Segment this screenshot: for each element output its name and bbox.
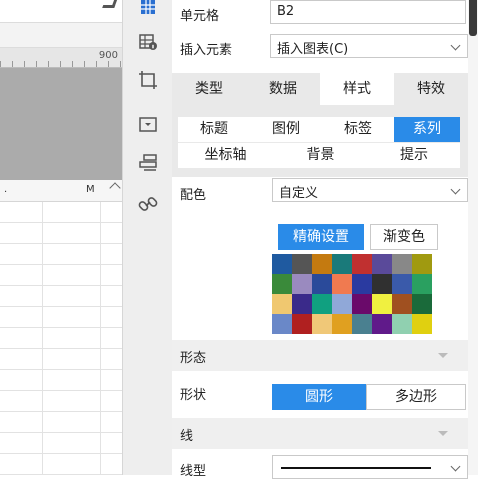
color-swatch[interactable] [332,314,352,334]
properties-panel: 单元格 B2 插入元素 插入图表(C) 类型 数据 样式 特效 标题 图例 标签… [172,0,478,479]
link-icon[interactable] [138,194,158,214]
color-swatch[interactable] [392,254,412,274]
color-palette[interactable] [272,254,432,334]
column-divider [42,202,43,475]
caret-down-icon [438,431,448,436]
color-swatch[interactable] [272,254,292,274]
insert-element-label: 插入元素 [180,43,233,58]
cell-field[interactable]: B2 [270,0,466,24]
color-swatch[interactable] [412,274,432,294]
tab-effects[interactable]: 特效 [394,73,468,105]
color-swatch[interactable] [292,274,312,294]
fill-handle-icon[interactable] [102,0,118,8]
table-info-icon[interactable] [138,32,158,52]
line-style-preview [281,467,431,469]
shape-polygon-button[interactable]: 多边形 [366,384,466,410]
line-type-label: 线型 [180,464,207,479]
subtab-tooltip[interactable]: 提示 [368,143,460,168]
column-divider [100,202,101,475]
color-scheme-label: 配色 [180,188,207,203]
color-swatch[interactable] [292,254,312,274]
color-swatch[interactable] [272,314,292,334]
subtab-background[interactable]: 背景 [273,143,368,168]
color-swatch[interactable] [372,294,392,314]
color-scheme-select[interactable]: 自定义 [272,178,468,202]
tab-type[interactable]: 类型 [172,73,246,105]
grid-icon[interactable] [138,0,158,20]
color-swatch[interactable] [272,294,292,314]
subtab-title[interactable]: 标题 [178,117,250,142]
shape-section-header[interactable]: 形态 [172,340,468,371]
ruler-ticks [0,61,122,67]
main-tabs: 类型 数据 样式 特效 [172,73,468,105]
panel-scrollbar[interactable] [468,0,478,475]
subtab-series[interactable]: 系列 [394,117,460,142]
color-scheme-value: 自定义 [279,186,319,201]
color-swatch[interactable] [352,294,372,314]
horizontal-ruler: 900 [0,48,122,68]
color-swatch[interactable] [292,314,312,334]
caret-down-icon [438,353,448,358]
color-swatch[interactable] [292,294,312,314]
subtab-axis[interactable]: 坐标轴 [178,143,273,168]
cell-grid[interactable] [0,202,122,475]
color-swatch[interactable] [372,254,392,274]
color-swatch[interactable] [372,314,392,334]
color-swatch[interactable] [312,294,332,314]
canvas-background [0,68,122,180]
color-swatch[interactable] [412,254,432,274]
chevron-down-icon [450,461,461,472]
insert-element-value: 插入图表(C) [277,42,349,57]
shape-circle-button[interactable]: 圆形 [272,384,366,410]
color-swatch[interactable] [412,294,432,314]
dropdown-widget-icon[interactable] [138,115,158,135]
column-header[interactable]: . [4,184,7,195]
gradient-button[interactable]: 渐变色 [370,224,438,250]
shape-section-title: 形态 [180,351,207,366]
scrollbar-thumb[interactable] [469,0,477,36]
subtab-legend[interactable]: 图例 [250,117,322,142]
color-swatch[interactable] [352,274,372,294]
shape-label: 形状 [180,388,207,403]
cell-label: 单元格 [180,9,220,24]
line-section-header[interactable]: 线 [172,418,468,449]
layers-icon[interactable] [138,153,158,173]
crop-frame-icon[interactable] [138,70,158,90]
tab-data[interactable]: 数据 [246,73,320,105]
canvas-top-bar [0,0,122,22]
color-swatch[interactable] [392,314,412,334]
canvas-toolbar [0,22,122,48]
color-swatch[interactable] [312,314,332,334]
spreadsheet-grid[interactable]: . M [0,180,122,475]
column-header-row: . M [0,180,122,202]
tab-style[interactable]: 样式 [320,73,394,105]
line-section-title: 线 [180,429,194,444]
color-swatch[interactable] [352,314,372,334]
color-swatch[interactable] [312,274,332,294]
color-swatch[interactable] [332,254,352,274]
ruler-mark: 900 [98,50,118,61]
cell-value: B2 [277,4,295,19]
scroll-up-arrow-icon[interactable] [109,182,121,194]
color-swatch[interactable] [332,294,352,314]
side-icon-strip [122,0,172,475]
color-swatch[interactable] [332,274,352,294]
precise-setting-button[interactable]: 精确设置 [278,224,364,250]
report-canvas-area: 900 . M [0,0,122,475]
line-type-select[interactable] [272,455,468,479]
chevron-down-icon [450,184,461,195]
color-swatch[interactable] [372,274,392,294]
color-swatch[interactable] [312,254,332,274]
column-header[interactable]: M [86,184,95,195]
color-swatch[interactable] [272,274,292,294]
style-sub-tabs: 标题 图例 标签 系列 坐标轴 背景 提示 [172,105,468,177]
color-swatch[interactable] [392,274,412,294]
chevron-down-icon [450,40,461,51]
insert-element-select[interactable]: 插入图表(C) [270,34,468,58]
color-swatch[interactable] [412,314,432,334]
color-swatch[interactable] [392,294,412,314]
subtab-label[interactable]: 标签 [322,117,394,142]
color-swatch[interactable] [352,254,372,274]
